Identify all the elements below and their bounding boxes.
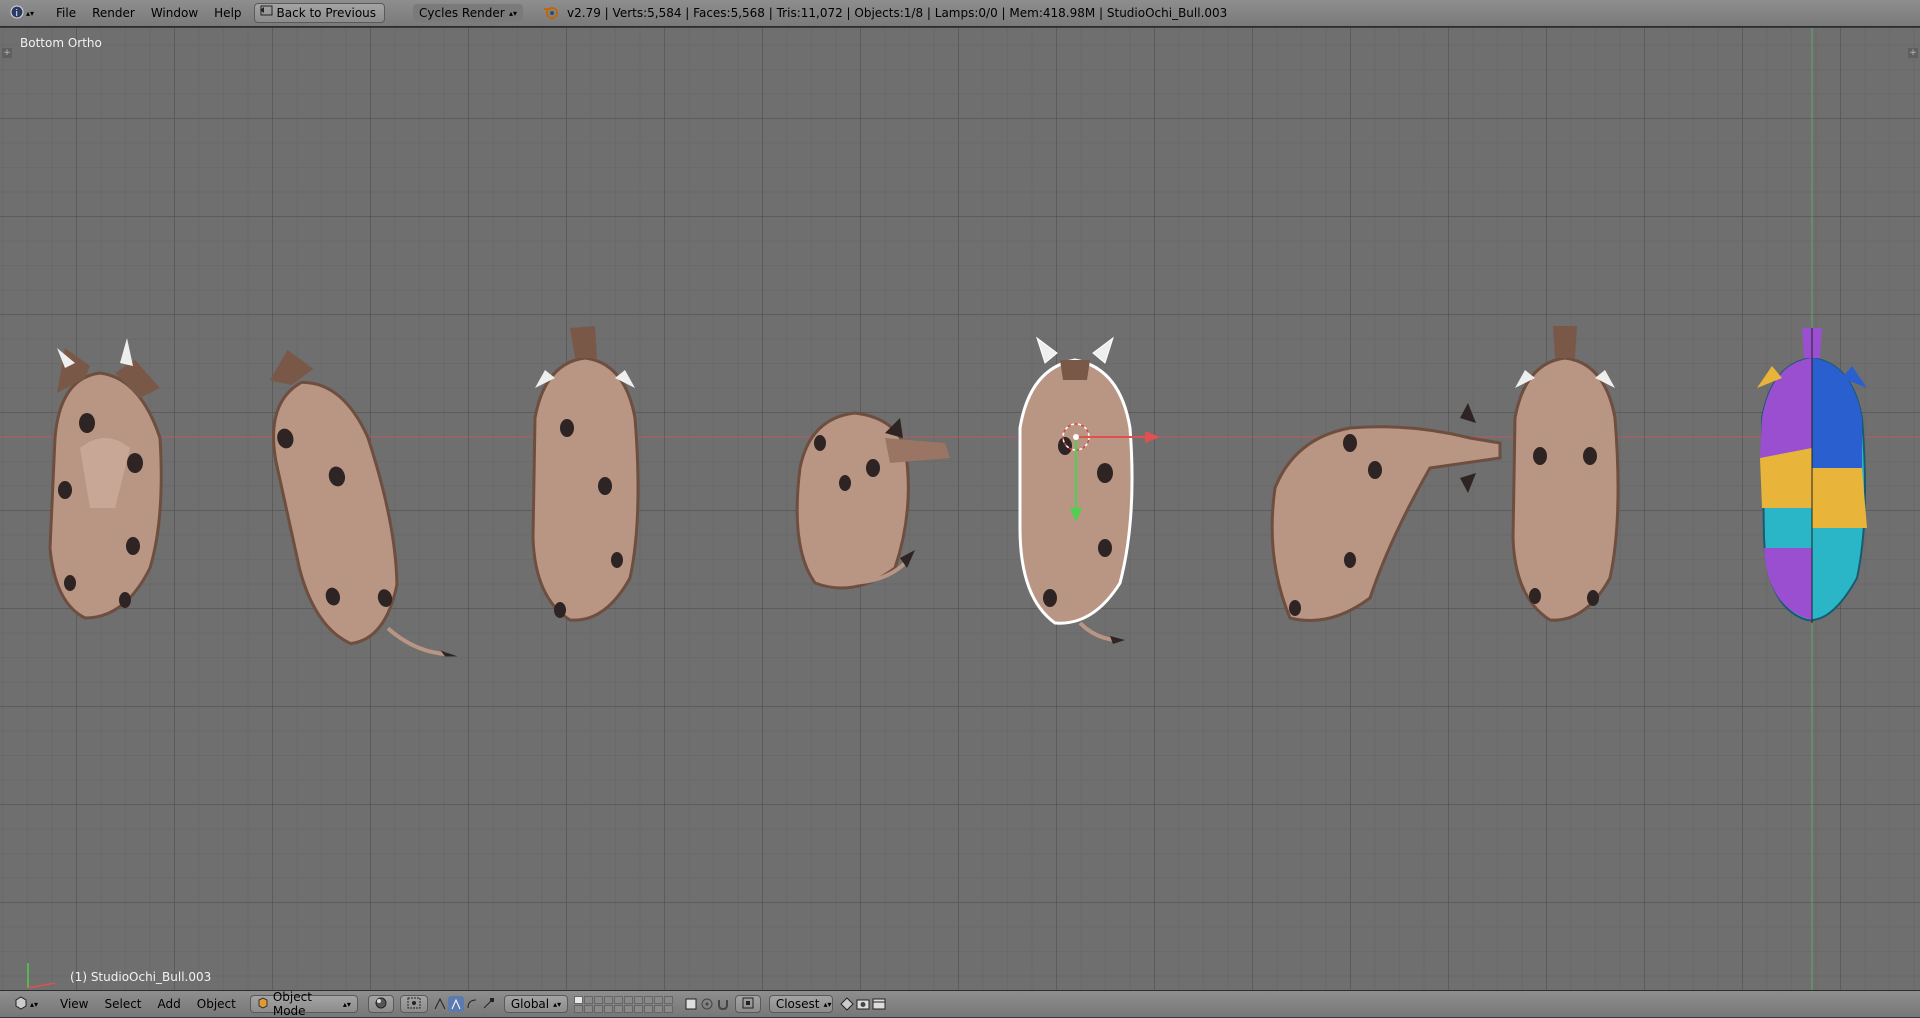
solid-shading-icon (375, 997, 387, 1012)
bull-model-6[interactable] (1270, 403, 1502, 622)
snap-increment-icon (742, 997, 754, 1012)
back-button-label: Back to Previous (276, 6, 377, 20)
menu-help[interactable]: Help (206, 3, 249, 23)
scale-manipulator-icon[interactable] (480, 996, 496, 1012)
3d-view-header: ▴▾ View Select Add Object Object Mode ▴▾… (0, 990, 1920, 1018)
bull-model-1[interactable] (48, 338, 163, 620)
menu-render[interactable]: Render (84, 3, 143, 23)
bull-model-4[interactable] (795, 411, 950, 590)
bull-model-7[interactable] (1511, 326, 1620, 622)
chevron-updown-icon: ▴▾ (553, 999, 562, 1009)
render-animation-icon[interactable] (871, 996, 887, 1012)
layer-button[interactable] (593, 1004, 603, 1013)
back-to-previous-button[interactable]: Back to Previous (253, 3, 386, 23)
layer-button[interactable] (603, 1004, 613, 1013)
info-header: i ▴▾ File Render Window Help Back to Pre… (0, 0, 1920, 27)
snap-target-dropdown[interactable]: Closest ▴▾ (768, 995, 833, 1013)
svg-text:i: i (15, 9, 18, 19)
chevron-updown-icon: ▴▾ (823, 999, 832, 1009)
editor-type-selector[interactable]: i ▴▾ (6, 3, 38, 23)
layer-button[interactable] (613, 1004, 623, 1013)
keyframe-icon[interactable] (839, 996, 855, 1012)
layer-button[interactable] (633, 995, 643, 1004)
scene-canvas (0, 28, 1920, 990)
lock-layers-icon[interactable] (683, 996, 699, 1012)
render-engine-dropdown[interactable]: Cycles Render ▴▾ (413, 4, 524, 22)
layer-button[interactable] (633, 1004, 643, 1013)
viewport-shading-dropdown[interactable] (367, 995, 394, 1013)
layer-buttons[interactable] (573, 995, 673, 1013)
layer-button[interactable] (653, 995, 663, 1004)
layer-button[interactable] (583, 995, 593, 1004)
layer-button[interactable] (653, 1004, 663, 1013)
menu-select[interactable]: Select (96, 994, 149, 1014)
chevron-updown-icon: ▴▾ (342, 999, 351, 1009)
bull-model-3[interactable] (531, 326, 640, 622)
snap-target-label: Closest (775, 997, 820, 1011)
transform-orientation-dropdown[interactable]: Global ▴▾ (503, 995, 568, 1013)
pivot-point-dropdown[interactable] (399, 995, 428, 1013)
proportional-edit-icon[interactable] (699, 996, 715, 1012)
layer-button[interactable] (623, 1004, 633, 1013)
active-object-label: (1) StudioOchi_Bull.003 (70, 970, 212, 984)
manipulator-toggle-icon[interactable] (432, 996, 448, 1012)
layer-button[interactable] (623, 995, 633, 1004)
translate-manipulator-icon[interactable] (447, 996, 464, 1012)
render-engine-label: Cycles Render (419, 6, 505, 20)
rotate-manipulator-icon[interactable] (464, 996, 480, 1012)
pivot-point-icon (407, 997, 421, 1012)
menu-add[interactable]: Add (150, 994, 189, 1014)
axis-gizmo (27, 963, 56, 989)
chevron-updown-icon: ▴▾ (29, 999, 39, 1009)
layer-button[interactable] (663, 995, 673, 1004)
layer-button[interactable] (643, 995, 653, 1004)
layer-button[interactable] (643, 1004, 653, 1013)
menu-file[interactable]: File (48, 3, 84, 23)
render-icon[interactable] (855, 996, 871, 1012)
blender-logo-icon (543, 5, 559, 22)
bull-model-2[interactable] (244, 328, 458, 690)
layer-button[interactable] (593, 995, 603, 1004)
layer-button[interactable] (573, 995, 583, 1004)
layer-button[interactable] (663, 1004, 673, 1013)
layer-button[interactable] (573, 1004, 583, 1013)
chevron-updown-icon: ▴▾ (25, 8, 35, 18)
magnet-icon[interactable] (715, 996, 731, 1012)
menu-window[interactable]: Window (143, 3, 206, 23)
bull-model-uv-colored[interactable] (1757, 328, 1867, 623)
object-mode-icon (257, 996, 269, 1012)
snap-element-dropdown[interactable] (734, 995, 761, 1013)
menu-view[interactable]: View (52, 994, 96, 1014)
mode-dropdown[interactable]: Object Mode ▴▾ (249, 990, 358, 1018)
mode-label: Object Mode (272, 990, 312, 1018)
info-icon: i (10, 5, 24, 22)
layer-button[interactable] (613, 995, 623, 1004)
3d-viewport[interactable]: Bottom Ortho + + (1) StudioOchi_Bull.003 (0, 28, 1920, 990)
screen-back-icon (259, 4, 273, 22)
layer-button[interactable] (583, 1004, 593, 1013)
editor-type-selector[interactable]: ▴▾ (10, 994, 42, 1014)
layer-button[interactable] (603, 995, 613, 1004)
3d-view-icon (14, 995, 28, 1013)
menu-object[interactable]: Object (189, 994, 244, 1014)
chevron-updown-icon: ▴▾ (509, 8, 518, 18)
scene-statistics: v2.79 | Verts:5,584 | Faces:5,568 | Tris… (567, 6, 1228, 20)
orientation-label: Global (510, 997, 550, 1011)
